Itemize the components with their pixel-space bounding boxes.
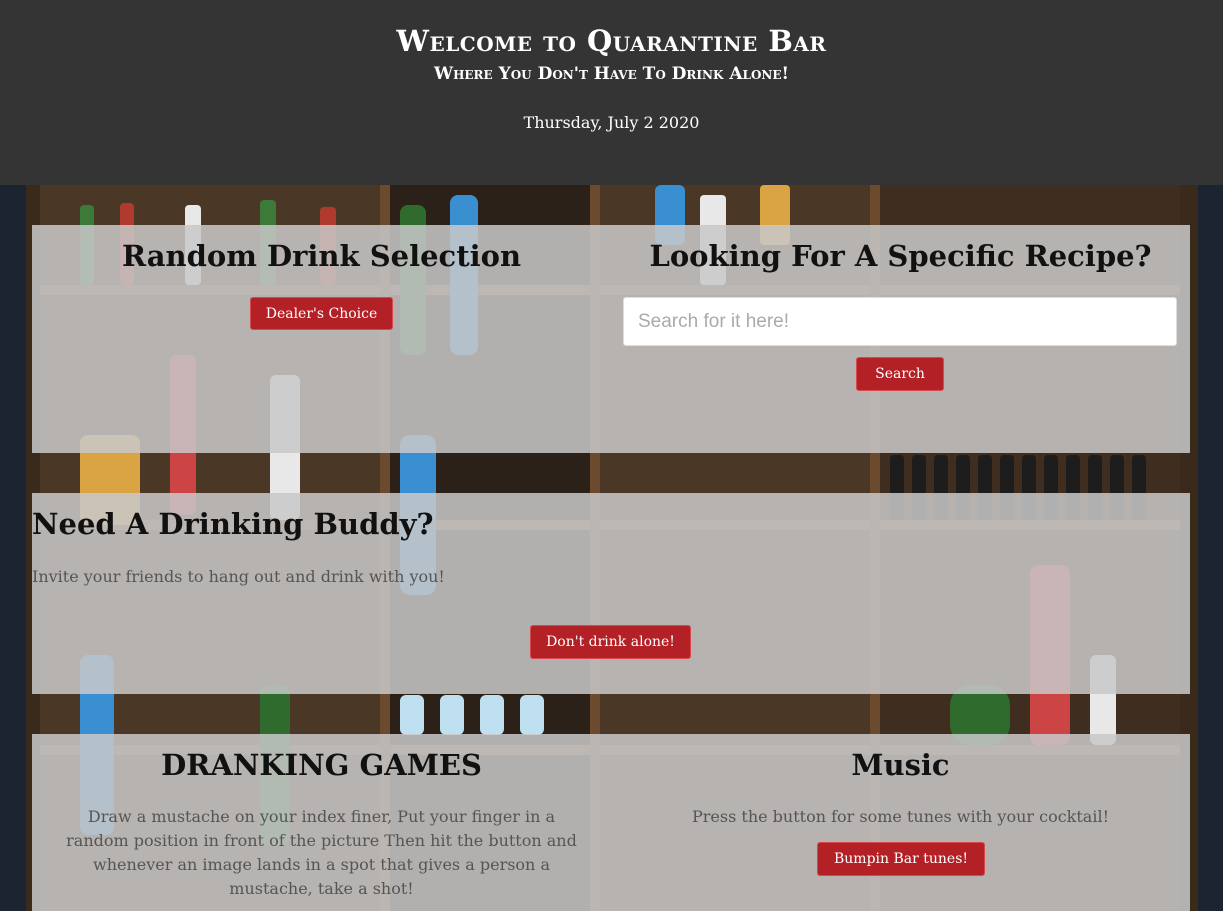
drinking-games-heading: DRANKING GAMES <box>161 748 482 782</box>
recipe-search-heading: Looking For A Specific Recipe? <box>649 239 1152 273</box>
top-panel: Random Drink Selection Dealer's Choice L… <box>32 225 1190 453</box>
site-title: Welcome to Quarantine Bar <box>396 24 827 58</box>
bottom-panel: DRANKING GAMES Draw a mustache on your i… <box>32 734 1190 911</box>
site-header: Welcome to Quarantine Bar Where You Don'… <box>0 0 1223 185</box>
drinking-buddy-description: Invite your friends to hang out and drin… <box>32 567 445 586</box>
bumpin-bar-tunes-button[interactable]: Bumpin Bar tunes! <box>817 842 985 876</box>
drinking-games-description: Draw a mustache on your index finer, Put… <box>66 807 577 898</box>
drinking-games-section: DRANKING GAMES Draw a mustache on your i… <box>56 734 587 911</box>
drinking-buddy-heading: Need A Drinking Buddy? <box>32 507 434 541</box>
site-subtitle: Where You Don't Have To Drink Alone! <box>433 64 789 84</box>
random-drink-section: Random Drink Selection Dealer's Choice <box>32 225 611 453</box>
random-drink-heading: Random Drink Selection <box>121 239 522 273</box>
music-description: Press the button for some tunes with you… <box>692 807 1109 826</box>
search-button[interactable]: Search <box>856 357 944 391</box>
recipe-search-input[interactable] <box>623 297 1177 346</box>
dealers-choice-button[interactable]: Dealer's Choice <box>250 297 393 330</box>
music-section: Music Press the button for some tunes wi… <box>611 734 1190 911</box>
music-heading: Music <box>851 748 950 782</box>
dont-drink-alone-button[interactable]: Don't drink alone! <box>530 625 691 659</box>
current-date: Thursday, July 2 2020 <box>523 113 700 132</box>
drinking-buddy-panel: Need A Drinking Buddy? Invite your frien… <box>32 493 1190 694</box>
